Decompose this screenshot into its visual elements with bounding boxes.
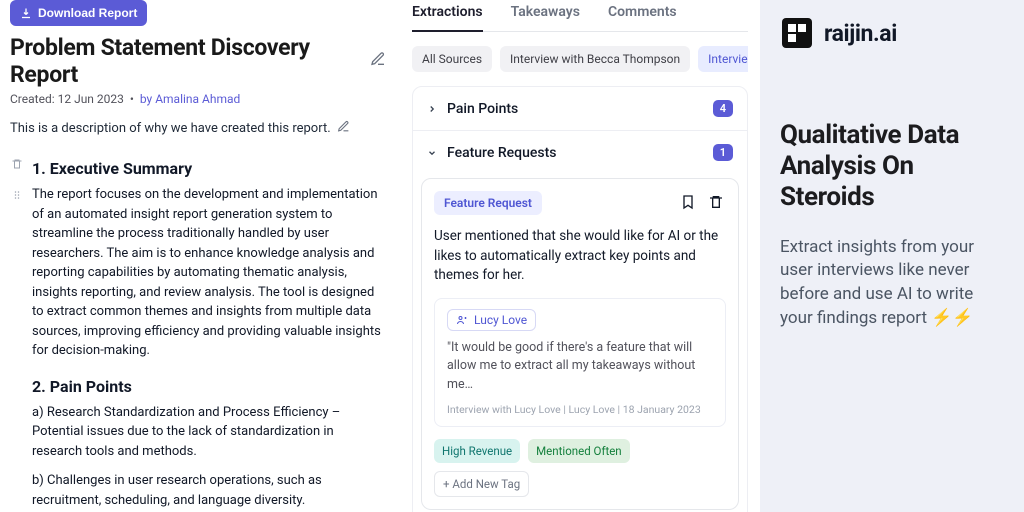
quote-user-pill[interactable]: Lucy Love	[447, 309, 536, 331]
brand-lockup: raijin.ai	[780, 16, 1004, 50]
trash-icon	[708, 194, 724, 210]
section-heading: 1. Executive Summary	[32, 157, 386, 181]
add-tag-button[interactable]: + Add New Tag	[434, 471, 529, 497]
insights-panel: Extractions Takeaways Comments All Sourc…	[400, 0, 760, 512]
tabs: Extractions Takeaways Comments	[412, 0, 748, 32]
quote-user-name: Lucy Love	[474, 313, 527, 327]
created-prefix: Created:	[10, 92, 58, 106]
report-meta: Created: 12 Jun 2023 • by Amalina Ahmad	[10, 92, 386, 106]
chip-source[interactable]: Interview with Becca Thompson	[500, 46, 690, 72]
extraction-card: Feature Request User mentioned that she …	[421, 178, 739, 510]
chevron-down-icon	[427, 143, 437, 162]
edit-description-icon[interactable]	[337, 120, 350, 137]
extraction-accordion: Pain Points 4 Feature Requests 1 Feature…	[412, 86, 748, 512]
edit-title-icon[interactable]	[370, 51, 386, 71]
section-body: b) Challenges in user research operation…	[32, 471, 386, 510]
promo-tagline: Qualitative Data Analysis On Steroids	[780, 120, 1004, 214]
created-date: 12 Jun 2023	[58, 92, 124, 106]
bookmark-icon	[680, 194, 696, 210]
brand-name: raijin.ai	[824, 20, 897, 47]
source-filter-chips: All Sources Interview with Becca Thompso…	[412, 46, 748, 72]
user-icon	[456, 314, 468, 326]
report-title: Problem Statement Discovery Report	[10, 34, 362, 88]
section-body: a) Research Standardization and Process …	[32, 403, 386, 462]
section-body: The report focuses on the development an…	[32, 185, 386, 361]
meta-separator: •	[127, 92, 140, 106]
editor-gutter	[10, 155, 24, 512]
brand-logo-icon	[780, 16, 814, 50]
accordion-label: Feature Requests	[447, 145, 703, 161]
report-editor-panel: Download Report Problem Statement Discov…	[0, 0, 400, 512]
report-body[interactable]: 1. Executive Summary The report focuses …	[32, 155, 386, 512]
tab-comments[interactable]: Comments	[608, 0, 677, 31]
extraction-text: User mentioned that she would like for A…	[434, 227, 726, 286]
section-heading: 2. Pain Points	[32, 375, 386, 399]
category-pill[interactable]: Feature Request	[434, 191, 542, 215]
download-label: Download Report	[38, 6, 137, 20]
chip-all-sources[interactable]: All Sources	[412, 46, 492, 72]
report-description: This is a description of why we have cre…	[10, 121, 331, 136]
author-link[interactable]: by Amalina Ahmad	[140, 92, 240, 106]
bookmark-button[interactable]	[678, 192, 698, 215]
trash-icon[interactable]	[11, 155, 23, 174]
drag-handle-icon[interactable]	[11, 186, 23, 205]
delete-button[interactable]	[706, 192, 726, 215]
accordion-label: Pain Points	[447, 101, 703, 117]
tag-row: High Revenue Mentioned Often + Add New T…	[434, 439, 726, 497]
accordion-row-pain-points[interactable]: Pain Points 4	[413, 87, 747, 130]
tag-mentioned-often[interactable]: Mentioned Often	[528, 439, 630, 463]
quote-text: "It would be good if there's a feature t…	[447, 339, 713, 395]
tag-high-revenue[interactable]: High Revenue	[434, 439, 520, 463]
tab-takeaways[interactable]: Takeaways	[511, 0, 580, 31]
download-report-button[interactable]: Download Report	[10, 0, 147, 26]
chevron-right-icon	[427, 99, 437, 118]
promo-blurb: Extract insights from your user intervie…	[780, 236, 1004, 331]
accordion-row-feature-requests[interactable]: Feature Requests 1	[413, 130, 747, 174]
quote-meta: Interview with Lucy Love | Lucy Love | 1…	[447, 403, 713, 416]
tab-extractions[interactable]: Extractions	[412, 0, 483, 32]
count-badge: 4	[713, 100, 733, 117]
download-icon	[20, 7, 32, 19]
chip-source-active[interactable]: Interview with	[698, 46, 748, 72]
promo-panel: raijin.ai Qualitative Data Analysis On S…	[760, 0, 1024, 512]
count-badge: 1	[713, 144, 733, 161]
quote-box: Lucy Love "It would be good if there's a…	[434, 298, 726, 427]
